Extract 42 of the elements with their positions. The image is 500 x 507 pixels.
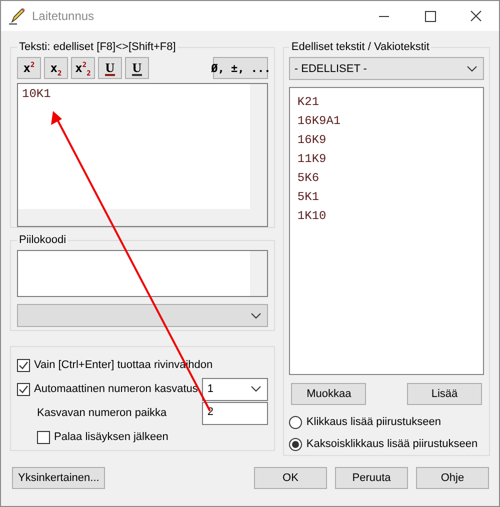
list-item[interactable]: K21	[297, 93, 476, 112]
group-title: Edelliset tekstit / Vakiotekstit	[290, 41, 430, 53]
radio-label: Kaksoisklikkaus lisää piirustukseen	[306, 438, 478, 450]
option-label: Palaa lisäyksen jälkeen	[54, 431, 168, 443]
radio-button[interactable]	[289, 416, 302, 428]
chevron-down-icon	[251, 386, 262, 392]
list-item[interactable]: 16K9	[297, 131, 476, 150]
dialog-button[interactable]: Peruuta	[335, 467, 408, 489]
pencil-icon	[8, 7, 26, 25]
list-item[interactable]: 5K1	[297, 188, 476, 207]
group-title: Piilokoodi	[18, 234, 68, 246]
checkbox[interactable]	[17, 358, 30, 372]
format-button[interactable]: x$_{2}$	[44, 57, 68, 79]
format-button[interactable]: x$^{2}$	[17, 57, 41, 79]
option-label: Automaattinen numeron kasvatus	[34, 383, 198, 395]
radio-button[interactable]	[289, 438, 302, 450]
dialog-button[interactable]: Ohje	[416, 467, 489, 489]
text-field[interactable]: 10K1	[17, 83, 268, 227]
chevron-down-icon	[251, 312, 262, 318]
radio-label: Klikkaus lisää piirustukseen	[306, 416, 441, 428]
option-label: Kasvavan numeron paikka	[37, 407, 167, 419]
simple-mode-button[interactable]: Yksinkertainen...	[12, 467, 106, 489]
checkbox[interactable]	[37, 430, 50, 444]
list-item[interactable]: 5K6	[297, 169, 476, 188]
list-item[interactable]: 1K10	[297, 207, 476, 226]
group-title: Teksti: edelliset [F8]<>[Shift+F8]	[18, 41, 177, 53]
list-item[interactable]: 16K9A1	[297, 112, 476, 131]
underline-button[interactable]: U	[98, 57, 122, 79]
vertical-scrollbar[interactable]	[250, 251, 268, 296]
window-title: Laitetunnus	[32, 9, 96, 23]
list-button[interactable]: Muokkaa	[291, 383, 366, 405]
increment-dropdown[interactable]: 1	[202, 378, 268, 400]
checkbox[interactable]	[17, 382, 30, 396]
symbols-button[interactable]: Ø, ±, ...	[213, 57, 268, 79]
list-button[interactable]: Lisää	[407, 383, 482, 405]
underline-button[interactable]: U	[125, 57, 149, 79]
chevron-down-icon	[467, 66, 477, 72]
list-item[interactable]: 11K9	[297, 150, 476, 169]
dialog-button[interactable]: OK	[254, 467, 327, 489]
vertical-scrollbar[interactable]	[250, 84, 268, 209]
text-value: 10K1	[22, 87, 51, 101]
source-dropdown[interactable]: - EDELLISET -	[289, 57, 484, 80]
